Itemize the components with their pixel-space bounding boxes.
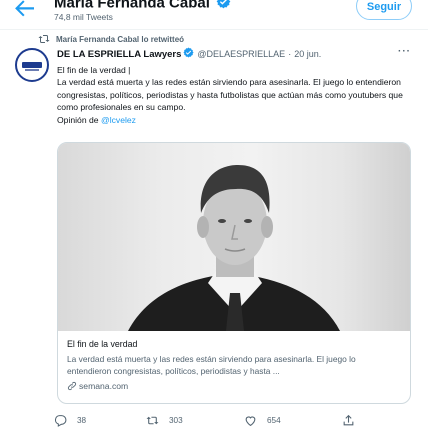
reply-icon	[54, 414, 67, 427]
author-handle[interactable]: @DELAESPRIELLAE	[197, 49, 285, 59]
card-domain: semana.com	[67, 381, 128, 391]
verified-badge-icon	[216, 0, 231, 13]
tweet-actions: 38 303 654	[54, 410, 414, 432]
retweet-icon	[146, 416, 159, 424]
avatar-logo-sub	[25, 69, 39, 71]
retweet-notice: María Fernanda Cabal lo retwitteó	[38, 33, 184, 45]
avatar[interactable]	[15, 48, 49, 82]
retweet-button[interactable]: 303	[146, 410, 183, 430]
verified-badge-icon	[183, 47, 194, 61]
portrait-illustration	[128, 165, 340, 331]
tweet-text: El fin de la verdad | La verdad está mue…	[57, 64, 412, 126]
tweet-body: La verdad está muerta y las redes están …	[57, 77, 403, 113]
tweet-line-1: El fin de la verdad |	[57, 65, 131, 75]
link-card[interactable]: El fin de la verdad La verdad está muert…	[57, 142, 411, 404]
more-icon[interactable]: ···	[398, 46, 411, 57]
reply-count: 38	[77, 415, 87, 425]
link-icon	[67, 381, 77, 391]
opinion-prefix: Opinión de	[57, 114, 101, 125]
retweet-count: 303	[169, 415, 183, 425]
follow-button[interactable]: Seguir	[356, 0, 412, 20]
like-count: 654	[267, 415, 281, 425]
like-button[interactable]: 654	[244, 410, 281, 430]
card-title: El fin de la verdad	[67, 339, 138, 349]
author-name[interactable]: DE LA ESPRIELLA Lawyers	[57, 49, 181, 60]
share-button[interactable]	[342, 410, 365, 430]
reply-button[interactable]: 38	[54, 410, 86, 430]
profile-name-text: María Fernanda Cabal	[54, 0, 210, 12]
arrow-left-icon[interactable]	[14, 0, 36, 18]
card-domain-text: semana.com	[79, 381, 129, 391]
mention-link[interactable]: @lcvelez	[101, 115, 136, 125]
profile-header: María Fernanda Cabal 74,8 mil Tweets Seg…	[0, 0, 428, 30]
separator-dot: ·	[288, 48, 292, 60]
heart-icon	[245, 415, 256, 426]
tweet-count: 74,8 mil Tweets	[54, 12, 113, 22]
retweet-icon	[38, 35, 50, 43]
retweet-notice-text[interactable]: María Fernanda Cabal lo retwitteó	[56, 35, 184, 44]
tweet-opinion: Opinión de @lcvelez	[57, 114, 412, 126]
tweet-date[interactable]: 20 jun.	[294, 49, 321, 59]
avatar-logo	[22, 62, 42, 68]
card-description: La verdad está muerta y las redes están …	[67, 354, 356, 376]
share-icon	[343, 414, 354, 425]
card-image[interactable]	[58, 143, 410, 331]
tweet-author: DE LA ESPRIELLA Lawyers @DELAESPRIELLAE …	[57, 47, 321, 61]
